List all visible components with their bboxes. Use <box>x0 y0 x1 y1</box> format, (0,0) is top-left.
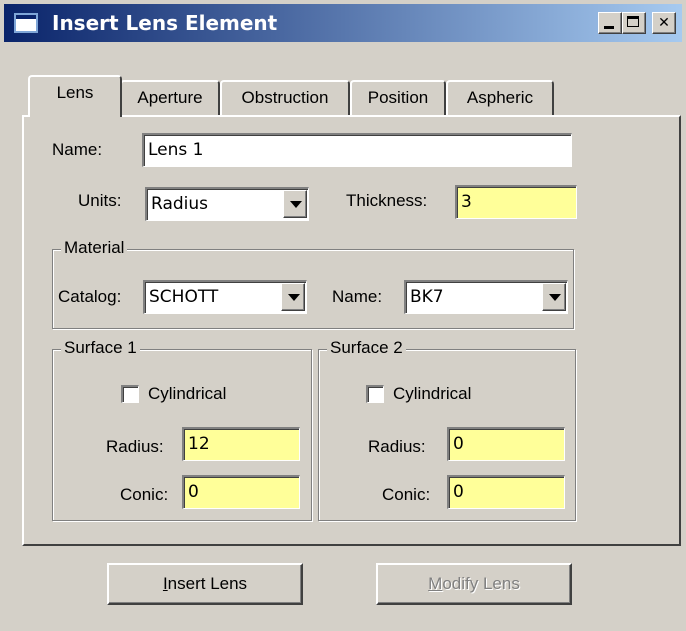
modify-lens-mnemonic: M <box>428 574 443 593</box>
window-icon <box>14 13 38 33</box>
tab-lens[interactable]: Lens <box>28 75 122 117</box>
close-button[interactable]: ✕ <box>652 12 676 34</box>
title-bar[interactable]: Insert Lens Element ✕ <box>4 4 682 42</box>
window-title: Insert Lens Element <box>52 11 278 35</box>
lens-tab-panel <box>22 115 681 546</box>
tab-obstruction[interactable]: Obstruction <box>220 80 350 116</box>
modify-lens-button[interactable]: Modify Lens <box>376 563 572 605</box>
minimize-button[interactable] <box>598 12 622 34</box>
insert-lens-label: nsert Lens <box>167 574 248 593</box>
insert-lens-button[interactable]: Insert Lens <box>107 563 303 605</box>
tab-position[interactable]: Position <box>350 80 446 116</box>
tab-aspheric[interactable]: Aspheric <box>446 80 554 116</box>
modify-lens-label: odify Lens <box>442 574 520 593</box>
insert-lens-dialog: Insert Lens Element ✕ Lens Aperture Obst… <box>0 0 686 631</box>
maximize-button[interactable] <box>622 12 646 34</box>
tab-aperture[interactable]: Aperture <box>120 80 220 116</box>
